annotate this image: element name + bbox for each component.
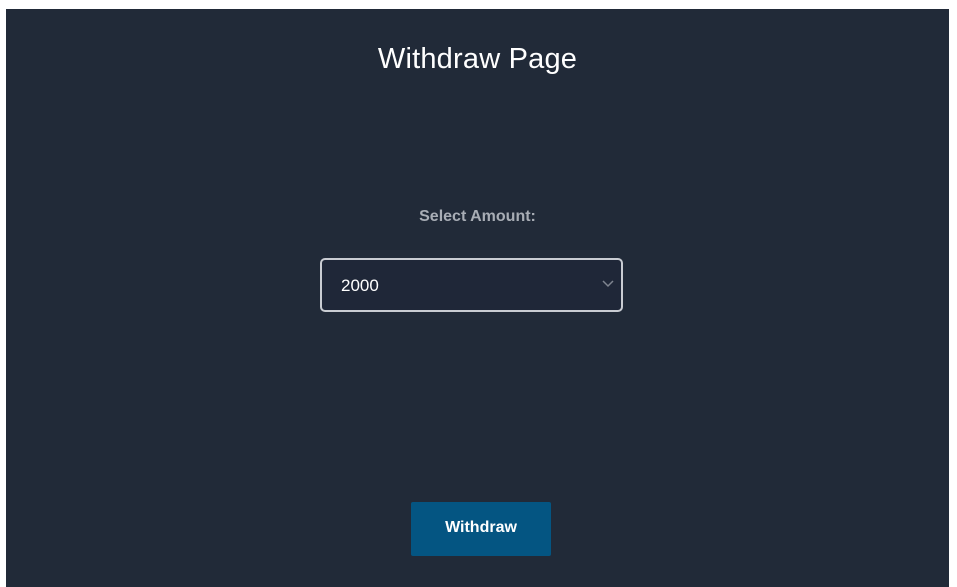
withdraw-button[interactable]: Withdraw bbox=[411, 502, 551, 556]
withdraw-panel: Withdraw Page Select Amount: 2000 Withdr… bbox=[6, 9, 949, 587]
amount-select[interactable]: 2000 bbox=[320, 258, 623, 312]
page-title: Withdraw Page bbox=[377, 43, 578, 75]
chevron-down-icon bbox=[602, 280, 614, 288]
page-frame: Withdraw Page Select Amount: 2000 Withdr… bbox=[0, 0, 957, 587]
amount-selected-value: 2000 bbox=[341, 276, 379, 295]
amount-label: Select Amount: bbox=[419, 208, 536, 225]
withdraw-button-label: Withdraw bbox=[445, 519, 517, 536]
